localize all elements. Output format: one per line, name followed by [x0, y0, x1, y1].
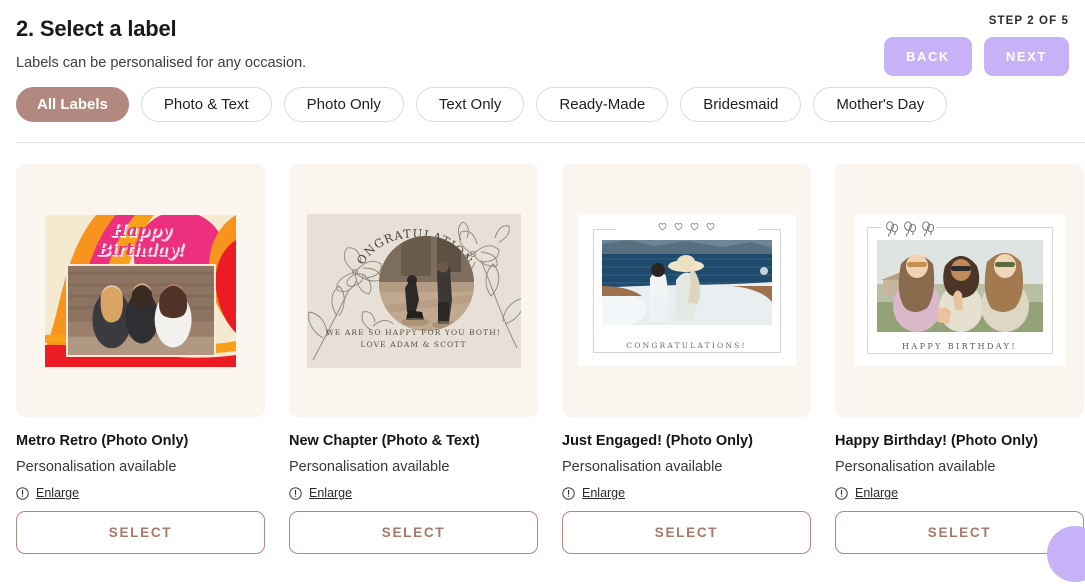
artwork-message: WE ARE SO HAPPY FOR YOU BOTH! LOVE ADAM …: [307, 327, 521, 351]
filter-chip-photo-only[interactable]: Photo Only: [283, 87, 404, 122]
filter-chip-row: All Labels Photo & Text Photo Only Text …: [0, 73, 1085, 122]
product-subtitle: Personalisation available: [835, 459, 996, 475]
artwork-photo-friends: [66, 263, 216, 357]
filter-chip-all-labels[interactable]: All Labels: [16, 87, 129, 122]
photo-illustration: [876, 240, 1043, 332]
page-header: 2. Select a label Labels can be personal…: [0, 0, 1085, 76]
info-circle-icon: [289, 486, 302, 500]
balloon-outline-icon: [921, 221, 934, 237]
enlarge-label: Enlarge: [36, 486, 80, 500]
info-circle-icon: [835, 486, 848, 500]
product-card: HAPPY BIRTHDAY! Happy Birthday! (Photo O…: [835, 164, 1084, 554]
artwork-headline-line2: Birthday!: [96, 239, 185, 260]
product-subtitle: Personalisation available: [562, 459, 723, 475]
back-button[interactable]: BACK: [883, 37, 972, 76]
filter-chip-label: Photo Only: [306, 96, 381, 113]
label-artwork-metro-retro: Happy Birthday!: [45, 214, 236, 367]
enlarge-link[interactable]: Enlarge: [16, 486, 265, 500]
heart-outline-icon: [690, 223, 699, 231]
label-artwork-happy-birthday: HAPPY BIRTHDAY!: [854, 215, 1065, 366]
balloon-outline-icon: [885, 221, 898, 237]
artwork-balloon-row: [885, 221, 935, 237]
product-thumbnail-new-chapter[interactable]: CONGRATULATIONS: [289, 164, 538, 417]
product-title: New Chapter (Photo & Text): [289, 433, 480, 449]
heart-outline-icon: [706, 223, 715, 231]
product-subtitle: Personalisation available: [289, 459, 450, 475]
artwork-photo-boat: [601, 240, 772, 325]
label-artwork-new-chapter: CONGRATULATIONS: [306, 213, 521, 368]
artwork-heart-row: [578, 222, 796, 231]
filter-chip-ready-made[interactable]: Ready-Made: [536, 87, 669, 122]
filter-chip-text-only[interactable]: Text Only: [415, 87, 525, 122]
product-thumbnail-happy-birthday[interactable]: HAPPY BIRTHDAY!: [835, 164, 1084, 417]
product-card: CONGRATULATIONS: [289, 164, 538, 554]
step-indicator-block: STEP 2 OF 5 BACK NEXT: [883, 14, 1069, 76]
enlarge-link[interactable]: Enlarge: [562, 486, 811, 500]
select-button[interactable]: SELECT: [16, 511, 265, 554]
label-product-grid: Happy Birthday! Metro Retro (Photo Only)…: [0, 143, 1085, 554]
enlarge-label: Enlarge: [855, 486, 899, 500]
filter-chip-label: All Labels: [37, 96, 108, 113]
product-title: Just Engaged! (Photo Only): [562, 433, 753, 449]
photo-illustration: [68, 265, 214, 355]
artwork-caption: CONGRATULATIONS!: [626, 341, 747, 350]
info-circle-icon: [16, 486, 29, 500]
filter-chip-label: Mother's Day: [836, 96, 925, 113]
filter-chip-label: Photo & Text: [163, 96, 249, 113]
artwork-photo-festival: [876, 240, 1043, 332]
product-card: CONGRATULATIONS! Just Engaged! (Photo On…: [562, 164, 811, 554]
filter-chip-label: Text Only: [438, 96, 502, 113]
product-title: Metro Retro (Photo Only): [16, 433, 189, 449]
artwork-message-line1: WE ARE SO HAPPY FOR YOU BOTH!: [326, 327, 501, 337]
product-thumbnail-just-engaged[interactable]: CONGRATULATIONS!: [562, 164, 811, 417]
heart-outline-icon: [658, 223, 667, 231]
artwork-message-line2: LOVE ADAM & SCOTT: [360, 339, 467, 349]
product-subtitle: Personalisation available: [16, 459, 177, 475]
photo-illustration: [601, 240, 772, 325]
enlarge-label: Enlarge: [582, 486, 626, 500]
step-navigation: BACK NEXT: [883, 37, 1069, 76]
heart-outline-icon: [674, 223, 683, 231]
step-counter: STEP 2 OF 5: [988, 15, 1069, 27]
info-circle-icon: [562, 486, 575, 500]
enlarge-label: Enlarge: [309, 486, 353, 500]
select-button[interactable]: SELECT: [289, 511, 538, 554]
enlarge-link[interactable]: Enlarge: [289, 486, 538, 500]
balloon-outline-icon: [903, 221, 916, 237]
artwork-headline-line1: Happy: [110, 220, 171, 241]
select-button[interactable]: SELECT: [562, 511, 811, 554]
product-thumbnail-metro-retro[interactable]: Happy Birthday!: [16, 164, 265, 417]
filter-chip-label: Ready-Made: [559, 96, 646, 113]
filter-chip-bridesmaid[interactable]: Bridesmaid: [680, 87, 802, 122]
artwork-caption: HAPPY BIRTHDAY!: [902, 342, 1017, 351]
artwork-headline: Happy Birthday!: [45, 220, 236, 260]
enlarge-link[interactable]: Enlarge: [835, 486, 1084, 500]
filter-chip-label: Bridesmaid: [703, 96, 779, 113]
label-artwork-just-engaged: CONGRATULATIONS!: [577, 215, 796, 366]
product-title: Happy Birthday! (Photo Only): [835, 433, 1038, 449]
product-card: Happy Birthday! Metro Retro (Photo Only)…: [16, 164, 265, 554]
next-button[interactable]: NEXT: [983, 37, 1069, 76]
filter-chip-mothers-day[interactable]: Mother's Day: [813, 87, 948, 122]
artwork-photo-proposal: [378, 235, 474, 331]
artwork-photo-hotspot-icon: [759, 267, 768, 275]
filter-chip-photo-and-text[interactable]: Photo & Text: [140, 87, 272, 122]
photo-illustration: [378, 235, 474, 331]
